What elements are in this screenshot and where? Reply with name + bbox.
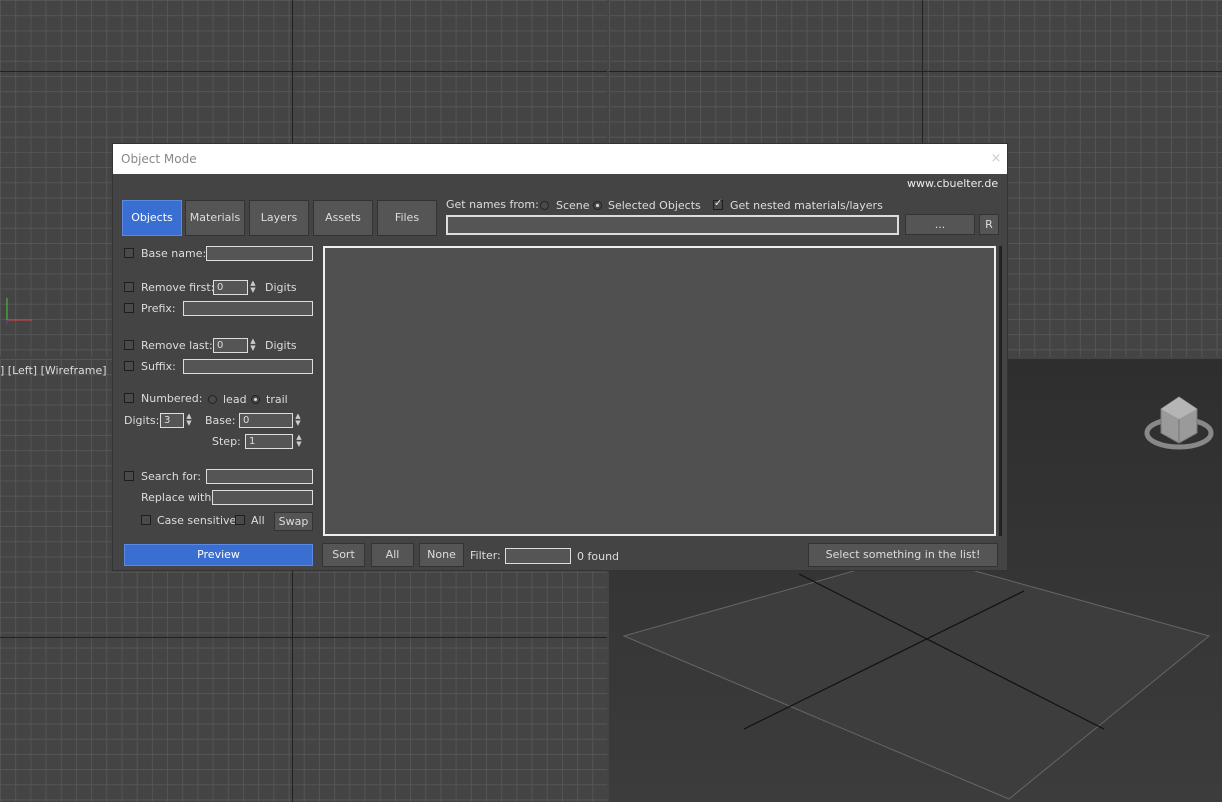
reset-button[interactable]: R [979, 214, 999, 235]
remove-first-digits-label: Digits [265, 281, 297, 294]
results-list[interactable] [323, 246, 996, 536]
digits-spinner[interactable]: ▲ ▼ [184, 413, 194, 428]
filter-label: Filter: [470, 549, 501, 562]
tab-objects[interactable]: Objects [122, 200, 182, 236]
remove-first-input[interactable] [213, 280, 248, 295]
viewcube-icon[interactable] [1143, 389, 1215, 451]
step-label: Step: [212, 435, 241, 448]
trail-radio-label[interactable]: trail [266, 393, 288, 406]
search-input[interactable] [206, 469, 313, 484]
preview-button[interactable]: Preview [124, 544, 313, 566]
filter-input[interactable] [505, 548, 571, 564]
remove-last-digits-label: Digits [265, 339, 297, 352]
status-button[interactable]: Select something in the list! [808, 543, 998, 567]
lead-radio[interactable] [208, 395, 217, 404]
get-names-label: Get names from: [446, 198, 539, 211]
replace-input[interactable] [212, 490, 313, 505]
viewport-label-mode[interactable]: [Wireframe] [41, 364, 107, 377]
step-input[interactable] [245, 434, 293, 449]
prefix-input[interactable] [183, 301, 313, 316]
base-input[interactable] [239, 413, 293, 428]
lead-radio-label[interactable]: lead [223, 393, 247, 406]
base-name-input[interactable] [206, 246, 313, 261]
case-sensitive-checkbox[interactable] [141, 515, 151, 525]
viewport-label-bracket[interactable]: ] [0, 364, 4, 377]
base-name-checkbox[interactable] [124, 248, 134, 258]
list-scrollbar[interactable] [999, 246, 1002, 536]
replace-label: Replace with: [141, 491, 216, 504]
dialog-title: Object Mode [121, 152, 197, 166]
remove-last-label: Remove last: [141, 339, 213, 352]
prefix-checkbox[interactable] [124, 303, 134, 313]
path-input[interactable] [446, 215, 899, 235]
all-checkbox-label[interactable]: All [251, 514, 265, 527]
found-count: 0 found [577, 550, 620, 563]
base-name-label: Base name: [141, 247, 207, 260]
tab-assets[interactable]: Assets [313, 200, 373, 236]
tab-layers[interactable]: Layers [249, 200, 309, 236]
viewport-label-view[interactable]: [Left] [8, 364, 37, 377]
base-label: Base: [205, 414, 236, 427]
dialog-titlebar[interactable]: Object Mode × [113, 144, 1007, 174]
scene-radio[interactable] [540, 201, 549, 210]
select-all-button[interactable]: All [371, 543, 414, 567]
browse-button[interactable]: ... [905, 214, 975, 235]
suffix-input[interactable] [183, 359, 313, 374]
nested-checkbox-label[interactable]: Get nested materials/layers [730, 199, 883, 212]
search-label: Search for: [141, 470, 201, 483]
object-mode-dialog: Object Mode × www.cbuelter.de Objects Ma… [112, 143, 1008, 571]
close-icon[interactable]: × [987, 150, 1005, 168]
remove-first-spinner[interactable]: ▲ ▼ [248, 280, 258, 295]
selected-objects-radio[interactable] [593, 201, 602, 210]
all-checkbox[interactable] [235, 515, 245, 525]
scene-radio-label[interactable]: Scene [556, 199, 590, 212]
remove-last-checkbox[interactable] [124, 340, 134, 350]
website-link[interactable]: www.cbuelter.de [907, 177, 998, 190]
tab-files[interactable]: Files [377, 200, 437, 236]
suffix-checkbox[interactable] [124, 361, 134, 371]
suffix-label: Suffix: [141, 360, 176, 373]
selected-objects-radio-label[interactable]: Selected Objects [608, 199, 701, 212]
prefix-label: Prefix: [141, 302, 176, 315]
numbered-label: Numbered: [141, 392, 203, 405]
remove-first-checkbox[interactable] [124, 282, 134, 292]
numbered-checkbox[interactable] [124, 393, 134, 403]
remove-last-input[interactable] [213, 338, 248, 353]
case-sensitive-label[interactable]: Case sensitive [157, 514, 236, 527]
remove-last-spinner[interactable]: ▲ ▼ [248, 338, 258, 353]
swap-button[interactable]: Swap [274, 512, 313, 531]
remove-first-label: Remove first: [141, 281, 215, 294]
digits-label: Digits: [124, 414, 160, 427]
tab-materials[interactable]: Materials [185, 200, 245, 236]
search-checkbox[interactable] [124, 471, 134, 481]
select-none-button[interactable]: None [419, 543, 464, 567]
sort-button[interactable]: Sort [322, 543, 365, 567]
axis-gizmo-icon [4, 294, 34, 324]
trail-radio[interactable] [251, 395, 260, 404]
step-spinner[interactable]: ▲ ▼ [294, 434, 304, 449]
base-spinner[interactable]: ▲ ▼ [293, 413, 303, 428]
nested-checkbox[interactable] [713, 198, 723, 210]
digits-input[interactable] [160, 413, 184, 428]
